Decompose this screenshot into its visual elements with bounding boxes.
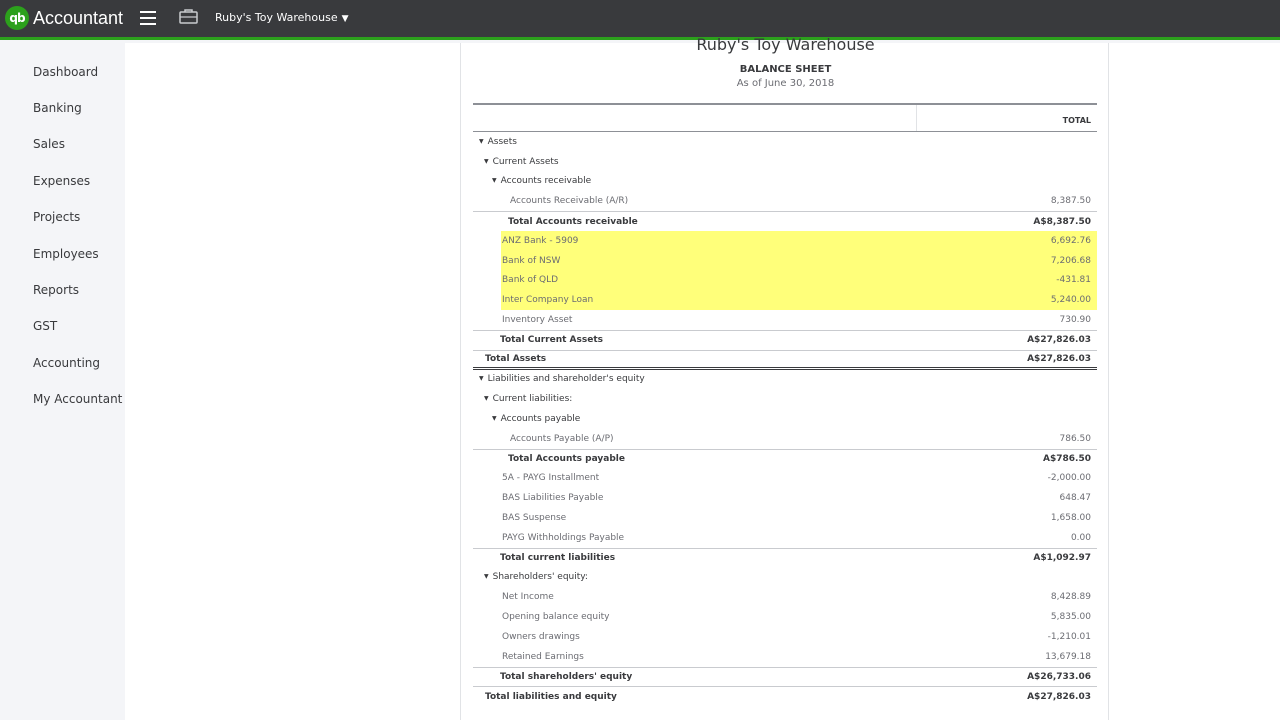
sidebar-item-dashboard[interactable]: Dashboard [33, 65, 98, 79]
column-divider [916, 105, 917, 132]
company-name: Ruby's Toy Warehouse [215, 11, 338, 24]
quickbooks-logo[interactable]: qb [5, 6, 29, 30]
table-row-highlighted[interactable]: Bank of QLD -431.81 [501, 270, 1097, 291]
table-row-highlighted[interactable]: ANZ Bank - 5909 6,692.76 [501, 230, 1097, 251]
sidebar-item-reports[interactable]: Reports [33, 283, 79, 297]
top-navigation-bar: qb Accountant Ruby's Toy Warehouse ▼ [0, 0, 1280, 40]
collapse-triangle-icon[interactable]: ▼ [484, 395, 489, 402]
table-row-total: Total current liabilities A$1,092.97 [473, 547, 1097, 568]
collapse-triangle-icon[interactable]: ▼ [479, 375, 484, 382]
table-row[interactable]: Accounts Payable (A/P) 786.50 [473, 429, 1097, 449]
table-row[interactable]: Accounts Receivable (A/R) 8,387.50 [473, 191, 1097, 211]
table-row-total: Total Accounts payable A$786.50 [473, 448, 1097, 469]
section-accounts-payable[interactable]: ▼ Accounts payable [473, 409, 1097, 429]
sidebar-item-banking[interactable]: Banking [33, 101, 82, 115]
sidebar-item-gst[interactable]: GST [33, 319, 57, 333]
company-selector[interactable]: Ruby's Toy Warehouse ▼ [215, 10, 349, 27]
table-row-total: Total Current Assets A$27,826.03 [473, 329, 1097, 350]
table-row-highlighted[interactable]: Inter Company Loan 5,240.00 [501, 290, 1097, 311]
table-row[interactable]: BAS Suspense 1,658.00 [473, 508, 1097, 528]
section-accounts-receivable[interactable]: ▼ Accounts receivable [473, 172, 1097, 192]
app-name: Accountant [33, 8, 124, 28]
table-row[interactable]: Inventory Asset 730.90 [473, 310, 1097, 330]
sidebar-item-my-accountant[interactable]: My Accountant [33, 392, 122, 406]
section-shareholders-equity[interactable]: ▼ Shareholders' equity: [473, 568, 1097, 588]
sidebar-item-sales[interactable]: Sales [33, 137, 65, 151]
table-row[interactable]: PAYG Withholdings Payable 0.00 [473, 528, 1097, 548]
section-current-liabilities[interactable]: ▼ Current liabilities: [473, 389, 1097, 409]
sidebar-item-projects[interactable]: Projects [33, 210, 80, 224]
table-row-total: Total shareholders' equity A$26,733.06 [473, 666, 1097, 687]
table-row-grand-total: Total Assets A$27,826.03 [473, 349, 1097, 370]
table-row[interactable]: Retained Earnings 13,679.18 [473, 647, 1097, 667]
briefcase-icon[interactable] [179, 8, 198, 24]
sidebar: Dashboard Banking Sales Expenses Project… [0, 43, 125, 720]
collapse-triangle-icon[interactable]: ▼ [492, 177, 497, 184]
hamburger-menu-icon[interactable] [140, 11, 156, 25]
collapse-triangle-icon[interactable]: ▼ [492, 415, 497, 422]
header-divider [473, 103, 1097, 105]
table-row[interactable]: BAS Liabilities Payable 648.47 [473, 488, 1097, 508]
table-row[interactable]: 5A - PAYG Installment -2,000.00 [473, 469, 1097, 489]
sidebar-item-employees[interactable]: Employees [33, 247, 99, 261]
report-company-name: Ruby's Toy Warehouse [696, 35, 875, 54]
sidebar-item-expenses[interactable]: Expenses [33, 174, 90, 188]
total-column-header[interactable]: TOTAL [1063, 116, 1091, 125]
table-row-highlighted[interactable]: Bank of NSW 7,206.68 [501, 250, 1097, 271]
table-row[interactable]: Owners drawings -1,210.01 [473, 627, 1097, 647]
sidebar-item-accounting[interactable]: Accounting [33, 356, 100, 370]
collapse-triangle-icon[interactable]: ▼ [484, 573, 489, 580]
table-row-total: Total Accounts receivable A$8,387.50 [473, 211, 1097, 231]
table-row-grand-total: Total liabilities and equity A$27,826.03 [473, 686, 1097, 706]
table-row[interactable]: Opening balance equity 5,835.00 [473, 607, 1097, 627]
section-liabilities-equity[interactable]: ▼ Liabilities and shareholder's equity [473, 370, 1097, 390]
report-title: BALANCE SHEET [739, 64, 832, 75]
collapse-triangle-icon[interactable]: ▼ [484, 158, 489, 165]
balance-sheet-report: Ruby's Toy Warehouse BALANCE SHEET As of… [460, 35, 1109, 720]
collapse-triangle-icon[interactable]: ▼ [479, 138, 484, 145]
report-rows: ▼ Assets ▼ Current Assets ▼ Accounts receiv… [473, 132, 1097, 706]
report-date: As of June 30, 2018 [736, 78, 835, 89]
table-row[interactable]: Net Income 8,428.89 [473, 587, 1097, 607]
caret-down-icon: ▼ [341, 14, 349, 24]
section-current-assets[interactable]: ▼ Current Assets [473, 152, 1097, 172]
section-assets[interactable]: ▼ Assets [473, 132, 1097, 152]
